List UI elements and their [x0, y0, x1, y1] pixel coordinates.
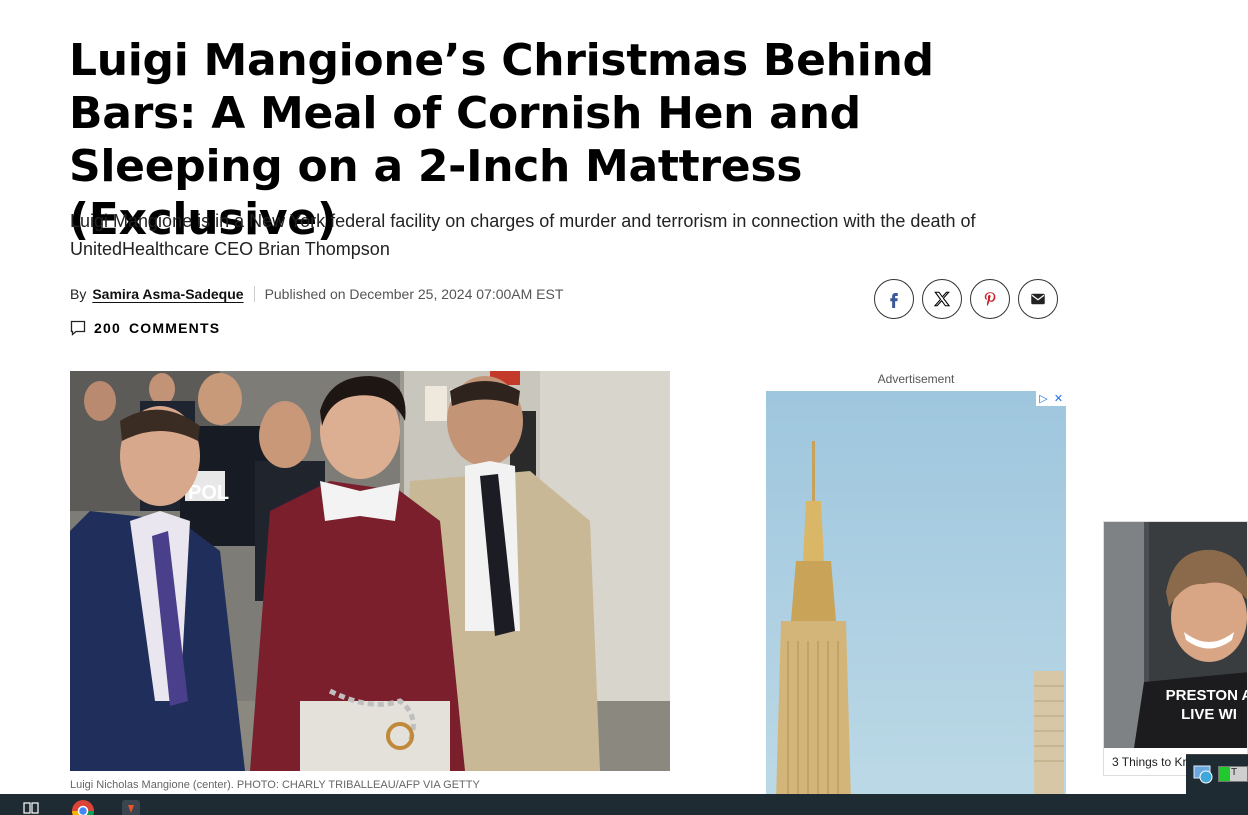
- lead-photo: POL: [70, 371, 670, 771]
- x-icon: [933, 291, 951, 307]
- pinterest-icon: [984, 292, 996, 306]
- tray-progress-label: T: [1231, 767, 1238, 778]
- comments-link[interactable]: 200 COMMENTS: [70, 320, 220, 336]
- facebook-icon: [890, 293, 898, 308]
- app-icon[interactable]: [118, 797, 144, 815]
- author-link[interactable]: Samira Asma-Sadeque: [92, 286, 243, 302]
- share-bar: [874, 279, 1058, 319]
- byline-divider: [253, 286, 255, 302]
- video-caption[interactable]: 3 Things to Kr: [1112, 755, 1186, 769]
- network-monitor-icon: [1193, 765, 1213, 784]
- photo-caption: Luigi Nicholas Mangione (center). PHOTO:…: [70, 779, 480, 791]
- comment-label: COMMENTS: [128, 320, 221, 336]
- article-dek: Luigi Mangione is in a New York federal …: [70, 211, 976, 259]
- byline: By Samira Asma-Sadeque Published on Dece…: [70, 284, 563, 304]
- facebook-share-button[interactable]: [874, 279, 914, 319]
- email-icon: [1031, 293, 1045, 305]
- video-overlay-line-1: PRESTON A: [1165, 687, 1248, 704]
- ad-label: Advertisement: [877, 372, 955, 386]
- adchoices-icon[interactable]: ▷: [1036, 391, 1051, 406]
- tray-progress-bar: T: [1218, 766, 1248, 782]
- publish-date: Published on December 25, 2024 07:00AM E…: [264, 286, 564, 302]
- pinterest-share-button[interactable]: [970, 279, 1010, 319]
- floating-video-player[interactable]: PRESTON A LIVE WI 3 Things to Kr: [1103, 521, 1248, 776]
- taskbar: [0, 794, 1248, 815]
- ad-banner[interactable]: ▷ ✕: [766, 391, 1066, 801]
- email-share-button[interactable]: [1018, 279, 1058, 319]
- task-view-icon[interactable]: [18, 797, 44, 815]
- video-overlay-title: PRESTON A LIVE WI: [1154, 686, 1248, 724]
- x-share-button[interactable]: [922, 279, 962, 319]
- ad-close-icon[interactable]: ✕: [1051, 391, 1066, 406]
- tray-popup[interactable]: T: [1186, 754, 1248, 794]
- byline-prefix: By: [70, 286, 87, 302]
- police-badge-text: POL: [188, 482, 229, 504]
- video-overlay-line-2: LIVE WI: [1181, 706, 1237, 723]
- chrome-icon[interactable]: [70, 797, 96, 815]
- comment-icon: [70, 320, 86, 336]
- ad-controls: ▷ ✕: [1036, 391, 1066, 406]
- comment-count: 200: [94, 320, 121, 336]
